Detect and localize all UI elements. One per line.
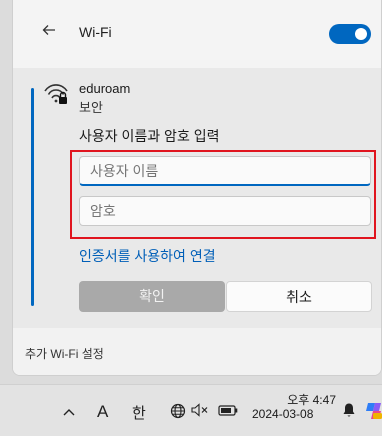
connect-with-certificate-link[interactable]: 인증서를 사용하여 연결 xyxy=(79,246,216,266)
credentials-prompt: 사용자 이름과 암호 입력 xyxy=(79,128,220,144)
battery-icon[interactable] xyxy=(218,403,238,420)
wifi-flyout: Wi-Fi eduroam 보안 사용자 이름과 암호 입력 인증서를 사용하여… xyxy=(12,0,382,376)
more-wifi-settings-link[interactable]: 추가 Wi-Fi 설정 xyxy=(25,345,104,362)
username-input[interactable] xyxy=(79,156,371,186)
wifi-secure-icon xyxy=(43,82,69,106)
flyout-footer: 추가 Wi-Fi 설정 xyxy=(13,328,381,375)
clock-date[interactable]: 2024-03-08 xyxy=(252,407,313,421)
network-globe-icon[interactable] xyxy=(170,403,186,424)
network-status: 보안 xyxy=(79,100,103,115)
back-arrow-icon[interactable] xyxy=(41,22,61,42)
wifi-header-title: Wi-Fi xyxy=(79,24,112,40)
password-input[interactable] xyxy=(79,196,371,226)
network-name: eduroam xyxy=(79,81,131,96)
notification-bell-icon[interactable] xyxy=(342,402,356,423)
taskbar: A 한 오후 4:47 2024-03-08 xyxy=(0,384,382,436)
wifi-header: Wi-Fi xyxy=(13,0,381,68)
selection-accent-bar xyxy=(31,88,34,306)
network-item-eduroam: eduroam 보안 사용자 이름과 암호 입력 인증서를 사용하여 연결 확인… xyxy=(13,68,381,328)
volume-muted-icon[interactable] xyxy=(191,403,209,420)
ok-button[interactable]: 확인 xyxy=(79,281,225,312)
clock-time[interactable]: 오후 4:47 xyxy=(260,391,336,408)
toggle-knob xyxy=(355,28,367,40)
ime-language-indicator[interactable]: 한 xyxy=(132,402,146,423)
wifi-toggle[interactable] xyxy=(329,24,371,44)
copilot-icon[interactable] xyxy=(364,401,382,421)
chevron-up-icon[interactable] xyxy=(63,405,75,420)
ime-mode-indicator[interactable]: A xyxy=(97,402,108,422)
cancel-button[interactable]: 취소 xyxy=(226,281,372,312)
